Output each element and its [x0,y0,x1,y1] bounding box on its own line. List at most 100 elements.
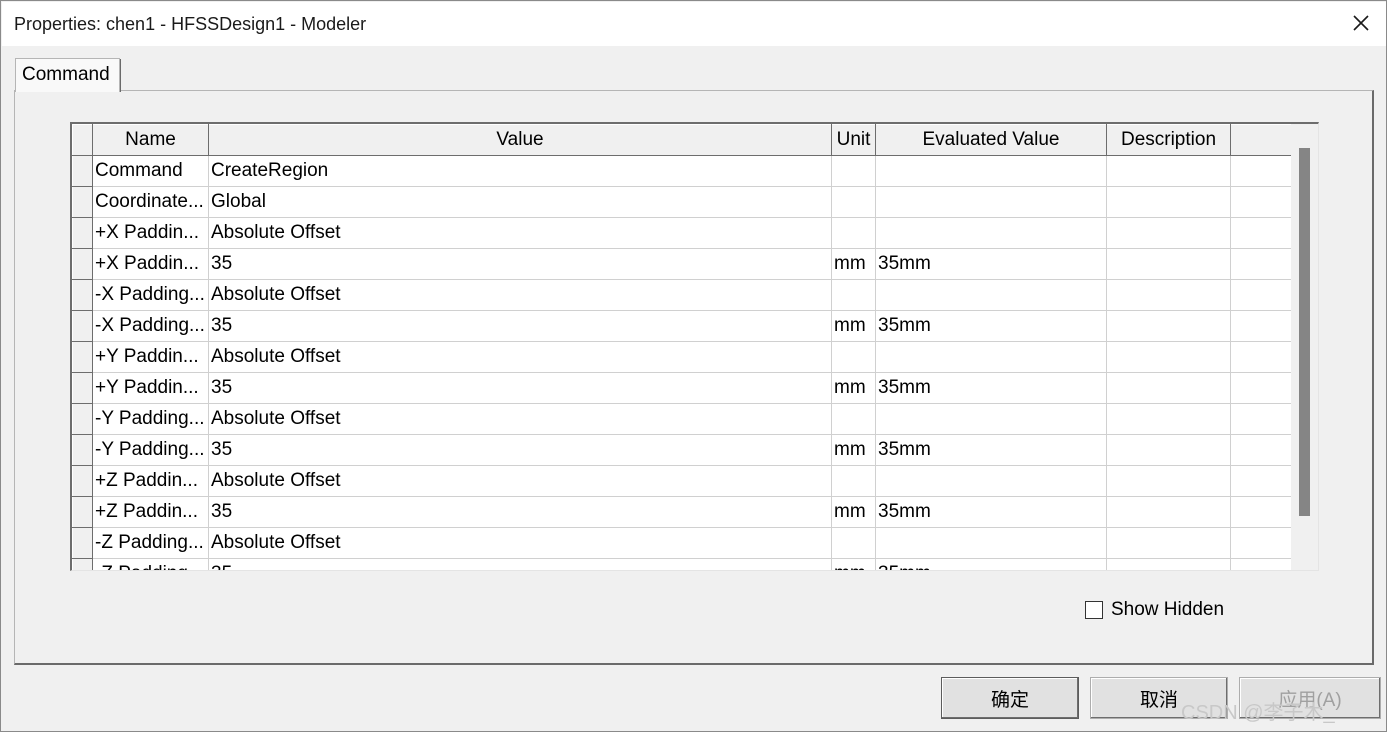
column-header-description[interactable]: Description [1106,124,1231,156]
cell-value[interactable]: 35 [208,496,832,528]
cell-unit: mm [831,496,876,528]
table-row[interactable]: +Y Paddin... Absolute Offset [72,341,1293,373]
row-header[interactable] [72,558,93,570]
row-header[interactable] [72,434,93,466]
tab-command-label: Command [22,64,110,85]
cell-unit: mm [831,248,876,280]
cell-unit: mm [831,310,876,342]
close-icon [1353,15,1369,31]
table-row[interactable]: -X Padding... 35 mm 35mm [72,310,1293,342]
cell-value[interactable]: 35 [208,310,832,342]
row-header[interactable] [72,496,93,528]
row-header[interactable] [72,217,93,249]
table-row[interactable]: Coordinate... Global [72,186,1293,218]
cell-evaluated: 35mm [875,434,1107,466]
cell-value[interactable]: 35 [208,372,832,404]
vertical-scrollbar[interactable] [1291,124,1318,570]
cell-value[interactable]: CreateRegion [208,155,832,187]
tab-command[interactable]: Command [15,58,121,92]
cell-filler [1230,279,1293,311]
close-button[interactable] [1348,10,1374,36]
cell-value[interactable]: Absolute Offset [208,279,832,311]
cell-unit [831,341,876,373]
cell-filler [1230,217,1293,249]
table-row[interactable]: +Z Paddin... Absolute Offset [72,465,1293,497]
cell-filler [1230,155,1293,187]
cell-filler [1230,310,1293,342]
table-row[interactable]: Command CreateRegion [72,155,1293,187]
cell-unit [831,403,876,435]
row-header[interactable] [72,465,93,497]
cell-evaluated: 35mm [875,310,1107,342]
cell-evaluated [875,527,1107,559]
table-row[interactable]: +X Paddin... Absolute Offset [72,217,1293,249]
cell-value[interactable]: 35 [208,434,832,466]
row-header[interactable] [72,248,93,280]
cell-name: +Y Paddin... [92,341,209,373]
row-header[interactable] [72,527,93,559]
corner-header [72,124,93,156]
column-header-evaluated-value[interactable]: Evaluated Value [875,124,1107,156]
column-header-value[interactable]: Value [208,124,832,156]
cell-unit [831,527,876,559]
cell-description [1106,403,1231,435]
table-row[interactable]: +Y Paddin... 35 mm 35mm [72,372,1293,404]
cell-unit: mm [831,558,876,570]
table-row[interactable]: +Z Paddin... 35 mm 35mm [72,496,1293,528]
cell-description [1106,248,1231,280]
cell-value[interactable]: Global [208,186,832,218]
cell-value[interactable]: Absolute Offset [208,403,832,435]
ok-button[interactable]: 确定 [941,677,1079,719]
cell-description [1106,155,1231,187]
cell-description [1106,279,1231,311]
cell-value[interactable]: Absolute Offset [208,217,832,249]
cell-description [1106,558,1231,570]
property-grid: Name Value Unit Evaluated Value Descript… [70,122,1319,571]
row-header[interactable] [72,186,93,218]
show-hidden-checkbox[interactable] [1085,601,1103,619]
scrollbar-thumb[interactable] [1299,148,1310,516]
table-row[interactable]: +X Paddin... 35 mm 35mm [72,248,1293,280]
row-header[interactable] [72,279,93,311]
cell-filler [1230,465,1293,497]
cell-value[interactable]: 35 [208,558,832,570]
cell-description [1106,217,1231,249]
apply-button[interactable]: 应用(A) [1239,677,1381,719]
table-row[interactable]: -Z Padding...35mm35mm [72,558,1293,570]
cell-unit [831,279,876,311]
cell-evaluated: 35mm [875,372,1107,404]
column-header-name[interactable]: Name [92,124,209,156]
cell-description [1106,434,1231,466]
cell-name: +X Paddin... [92,217,209,249]
table-row[interactable]: -X Padding... Absolute Offset [72,279,1293,311]
cell-filler [1230,434,1293,466]
row-header[interactable] [72,310,93,342]
cell-evaluated: 35mm [875,248,1107,280]
property-table: Name Value Unit Evaluated Value Descript… [72,124,1293,570]
show-hidden-option[interactable]: Show Hidden [1085,599,1224,621]
cell-name: -Z Padding... [92,527,209,559]
table-row[interactable]: -Z Padding... Absolute Offset [72,527,1293,559]
cell-filler [1230,496,1293,528]
cell-unit [831,465,876,497]
cell-value[interactable]: 35 [208,248,832,280]
cell-filler [1230,527,1293,559]
column-header-unit[interactable]: Unit [831,124,876,156]
cell-unit: mm [831,434,876,466]
cancel-button[interactable]: 取消 [1090,677,1228,719]
cell-evaluated [875,217,1107,249]
cell-value[interactable]: Absolute Offset [208,341,832,373]
cell-filler [1230,372,1293,404]
column-header-filler [1230,124,1293,156]
cell-value[interactable]: Absolute Offset [208,465,832,497]
row-header[interactable] [72,155,93,187]
row-header[interactable] [72,372,93,404]
table-row[interactable]: -Y Padding... 35 mm 35mm [72,434,1293,466]
cell-evaluated [875,279,1107,311]
window-title: Properties: chen1 - HFSSDesign1 - Modele… [14,14,367,34]
row-header[interactable] [72,341,93,373]
cell-description [1106,496,1231,528]
table-row[interactable]: -Y Padding... Absolute Offset [72,403,1293,435]
row-header[interactable] [72,403,93,435]
cell-value[interactable]: Absolute Offset [208,527,832,559]
